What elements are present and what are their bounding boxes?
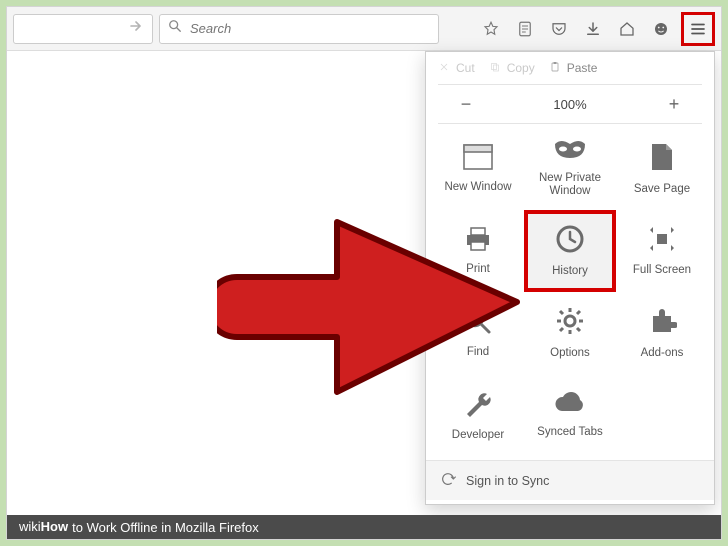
synced-tabs-item[interactable]: Synced Tabs — [524, 374, 616, 456]
new-private-window-item[interactable]: New Private Window — [524, 128, 616, 210]
label: New Private Window — [539, 172, 601, 198]
puzzle-icon — [647, 306, 677, 340]
page-icon — [650, 142, 674, 176]
empty-cell — [616, 374, 708, 456]
caption-title: to Work Offline in Mozilla Firefox — [72, 520, 259, 535]
bookmark-star-icon[interactable] — [477, 15, 505, 43]
label: Add-ons — [641, 347, 684, 360]
developer-item[interactable]: Developer — [432, 374, 524, 456]
paste-item[interactable]: Paste — [549, 61, 598, 76]
caption-prefix-plain: wiki — [19, 519, 41, 534]
fullscreen-item[interactable]: Full Screen — [616, 210, 708, 292]
find-item[interactable]: Find — [432, 292, 524, 374]
paste-label: Paste — [567, 61, 598, 75]
cut-label: Cut — [456, 61, 475, 75]
save-page-item[interactable]: Save Page — [616, 128, 708, 210]
zoom-row: − 100% + — [426, 85, 714, 123]
zoom-in-button[interactable]: + — [654, 94, 694, 115]
cloud-tabs-icon — [554, 391, 586, 419]
mask-icon — [553, 140, 587, 166]
wrench-icon — [463, 388, 493, 422]
smiley-icon[interactable] — [647, 15, 675, 43]
label: Save Page — [634, 183, 690, 196]
magnifier-icon — [464, 307, 492, 339]
clock-icon — [555, 224, 585, 258]
edit-row: Cut Copy Paste — [426, 52, 714, 84]
label: Developer — [452, 429, 504, 442]
address-bar[interactable] — [13, 14, 153, 44]
zoom-out-button[interactable]: − — [446, 94, 486, 115]
addons-item[interactable]: Add-ons — [616, 292, 708, 374]
menu-hamburger-highlight — [681, 12, 715, 46]
new-window-item[interactable]: New Window — [432, 128, 524, 210]
downloads-icon[interactable] — [579, 15, 607, 43]
go-arrow-icon — [128, 18, 144, 39]
browser-window: Cut Copy Paste − 100% + New Window — [6, 6, 722, 540]
cut-item[interactable]: Cut — [438, 61, 475, 76]
search-icon — [168, 19, 182, 38]
options-item[interactable]: Options — [524, 292, 616, 374]
copy-item[interactable]: Copy — [489, 61, 535, 76]
menu-button[interactable] — [684, 15, 712, 43]
signin-label: Sign in to Sync — [466, 474, 549, 488]
label: New Window — [444, 181, 511, 194]
label: Options — [550, 347, 590, 360]
search-input[interactable] — [190, 21, 430, 36]
sign-in-to-sync[interactable]: Sign in to Sync — [426, 460, 714, 500]
reading-list-icon[interactable] — [511, 15, 539, 43]
toolbar — [7, 7, 721, 51]
copy-label: Copy — [507, 61, 535, 75]
caption-bar: wikiHow to Work Offline in Mozilla Firef… — [7, 515, 721, 539]
print-item[interactable]: Print — [432, 210, 524, 292]
cut-icon — [438, 61, 450, 76]
window-icon — [463, 144, 493, 174]
pocket-icon[interactable] — [545, 15, 573, 43]
label: Synced Tabs — [537, 426, 603, 439]
home-icon[interactable] — [613, 15, 641, 43]
wikihow-logo: wikiHow — [19, 519, 68, 535]
search-bar[interactable] — [159, 14, 439, 44]
sync-icon — [440, 471, 456, 490]
caption-prefix-bold: How — [41, 519, 68, 534]
gear-icon — [555, 306, 585, 340]
history-item[interactable]: History — [524, 210, 616, 292]
menu-panel: Cut Copy Paste − 100% + New Window — [425, 51, 715, 505]
label: Print — [466, 263, 490, 276]
copy-icon — [489, 61, 501, 76]
zoom-level[interactable]: 100% — [553, 97, 586, 112]
label: History — [552, 265, 588, 278]
label: Full Screen — [633, 264, 691, 277]
label: Find — [467, 346, 489, 359]
fullscreen-icon — [648, 225, 676, 257]
menu-grid: New Window New Private Window Save Page … — [426, 124, 714, 460]
paste-icon — [549, 61, 561, 76]
printer-icon — [463, 226, 493, 256]
